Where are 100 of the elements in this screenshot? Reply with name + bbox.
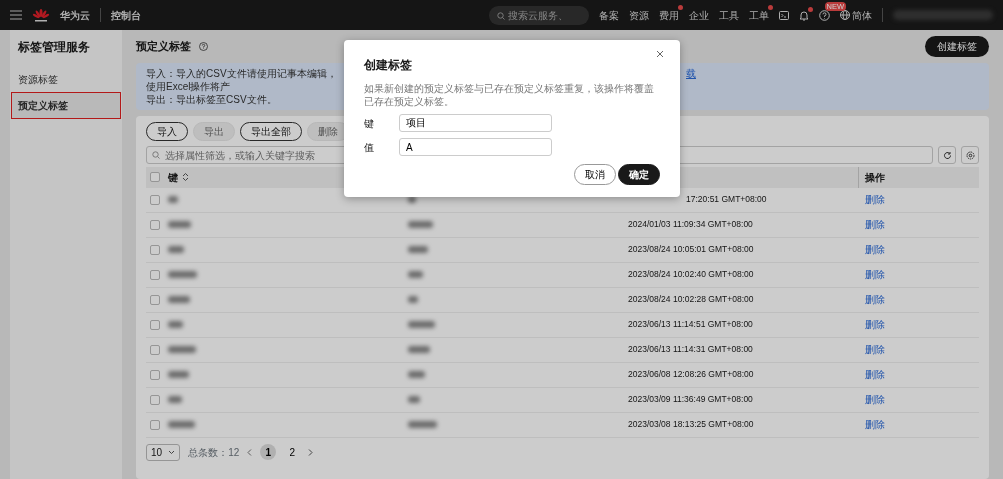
page-size-select[interactable]: 10	[146, 443, 181, 461]
chevron-right-icon[interactable]	[308, 448, 314, 456]
redacted-text	[168, 346, 196, 353]
row-checkbox[interactable]	[150, 194, 160, 205]
delete-link[interactable]: 删除	[865, 417, 885, 432]
delete-link[interactable]: 删除	[865, 292, 885, 307]
redacted-text	[408, 371, 425, 378]
notice-link[interactable]: 载	[686, 67, 696, 80]
search-icon	[496, 11, 505, 20]
delete-link[interactable]: 删除	[865, 242, 885, 257]
close-icon	[656, 50, 664, 58]
nav-link[interactable]: 资源	[628, 7, 649, 23]
delete-link[interactable]: 删除	[865, 217, 885, 232]
table-cell: 2023/03/08 18:13:25 GMT+08:00	[628, 418, 754, 431]
input-field[interactable]: A	[399, 138, 552, 156]
notice-text: 导出：导出标签至CSV文件。	[146, 94, 277, 105]
row-checkbox[interactable]	[150, 294, 160, 305]
page-button[interactable]: 1	[260, 444, 277, 460]
redacted-text	[168, 296, 190, 303]
row-checkbox[interactable]	[150, 344, 160, 355]
field-label: 键	[364, 116, 375, 131]
nav-link[interactable]: 企业	[688, 7, 709, 23]
table-cell-text: 17:20:51 GMT+08:00	[685, 193, 767, 206]
sidebar-title: 标签管理服务	[17, 39, 91, 56]
refresh-icon	[942, 150, 952, 160]
delete-link[interactable]: 删除	[865, 192, 885, 207]
redacted-text	[408, 246, 428, 253]
input-field[interactable]: 项目	[399, 114, 552, 132]
close-button[interactable]	[656, 50, 666, 60]
redacted-text	[168, 221, 191, 228]
redacted-text	[168, 371, 189, 378]
globe-icon	[839, 10, 850, 20]
page-title: 预定义标签	[136, 39, 191, 55]
row-checkbox[interactable]	[150, 244, 160, 255]
page-button[interactable]: 2	[284, 444, 301, 460]
help-icon[interactable]	[199, 42, 208, 51]
confirm-button[interactable]: 确定	[618, 164, 660, 185]
table-cell: 2024/01/03 11:09:34 GMT+08:00	[628, 218, 753, 231]
delete-link[interactable]: 删除	[865, 367, 885, 382]
toolbar-button[interactable]: 导出全部	[240, 122, 302, 141]
terminal-icon[interactable]	[778, 10, 789, 20]
console-title: 控制台	[111, 8, 141, 23]
sidebar-item[interactable]: 预定义标签	[12, 93, 120, 118]
redacted-text	[408, 221, 433, 228]
redacted-text	[408, 271, 423, 278]
sidebar-item[interactable]: 资源标签	[12, 67, 120, 92]
row-checkbox[interactable]	[150, 319, 160, 330]
row-checkbox[interactable]	[150, 219, 160, 230]
refresh-button[interactable]	[938, 146, 956, 164]
redacted-text	[168, 396, 182, 403]
column-header: 键	[168, 170, 178, 185]
flower-logo-icon	[32, 8, 50, 22]
redacted-text	[408, 296, 418, 303]
chevron-left-icon[interactable]	[247, 448, 253, 456]
search-icon	[152, 151, 160, 159]
redacted-text	[168, 196, 178, 203]
language-link[interactable]: 简体	[852, 7, 872, 23]
dialog-title: 创建标签	[364, 57, 413, 74]
delete-link[interactable]: 删除	[865, 342, 885, 357]
nav-link[interactable]: 备案	[598, 7, 619, 23]
delete-link[interactable]: 删除	[865, 317, 885, 332]
nav-link[interactable]: 工具	[718, 7, 739, 23]
search-field[interactable]: 搜索云服务、	[488, 5, 589, 25]
toolbar-button[interactable]: 导入	[146, 122, 188, 141]
column-header: 操作	[865, 170, 885, 185]
row-checkbox[interactable]	[150, 369, 160, 380]
table-cell: 2023/08/24 10:02:40 GMT+08:00	[628, 268, 754, 281]
delete-link[interactable]: 删除	[865, 392, 885, 407]
select-all-checkbox[interactable]	[150, 172, 160, 182]
row-checkbox[interactable]	[150, 394, 160, 405]
redacted-text	[408, 346, 430, 353]
chevron-down-icon	[168, 449, 176, 455]
redacted-text	[168, 271, 197, 278]
sort-icon[interactable]	[182, 173, 189, 181]
total-count: 总条数：12	[188, 445, 240, 460]
dialog-note: 如果新创建的预定义标签与已存在预定义标签重复，该操作将覆盖已存在预定义标签。	[364, 82, 655, 108]
redacted-text	[168, 321, 183, 328]
field-label: 值	[364, 140, 375, 155]
table-cell: 2023/06/13 11:14:51 GMT+08:00	[628, 318, 753, 331]
redacted-text	[168, 421, 195, 428]
table-cell: 2023/08/24 10:05:01 GMT+08:00	[628, 243, 754, 256]
menu-icon[interactable]	[10, 10, 22, 20]
table-cell: 2023/08/24 10:02:28 GMT+08:00	[628, 293, 754, 306]
settings-button[interactable]	[961, 146, 979, 164]
redacted-text	[408, 396, 420, 403]
settings-icon	[965, 150, 975, 160]
redacted-text	[408, 421, 437, 428]
table-cell: 2023/06/08 12:08:26 GMT+08:00	[628, 368, 754, 381]
redacted-text	[408, 321, 435, 328]
brand-name: 华为云	[60, 8, 90, 23]
table-cell: 2023/06/13 11:14:31 GMT+08:00	[628, 343, 753, 356]
row-checkbox[interactable]	[150, 269, 160, 280]
row-checkbox[interactable]	[150, 419, 160, 430]
delete-link[interactable]: 删除	[865, 267, 885, 282]
cancel-button[interactable]: 取消	[573, 164, 616, 185]
table-cell: 2023/03/09 11:36:49 GMT+08:00	[628, 393, 753, 406]
bell-icon[interactable]	[798, 9, 809, 21]
redacted-text	[168, 246, 184, 253]
create-tag-button[interactable]: 创建标签	[925, 36, 989, 57]
notice-text: 导入：导入的CSV文件请使用记事本编辑，使用Excel操作将产	[146, 67, 338, 93]
